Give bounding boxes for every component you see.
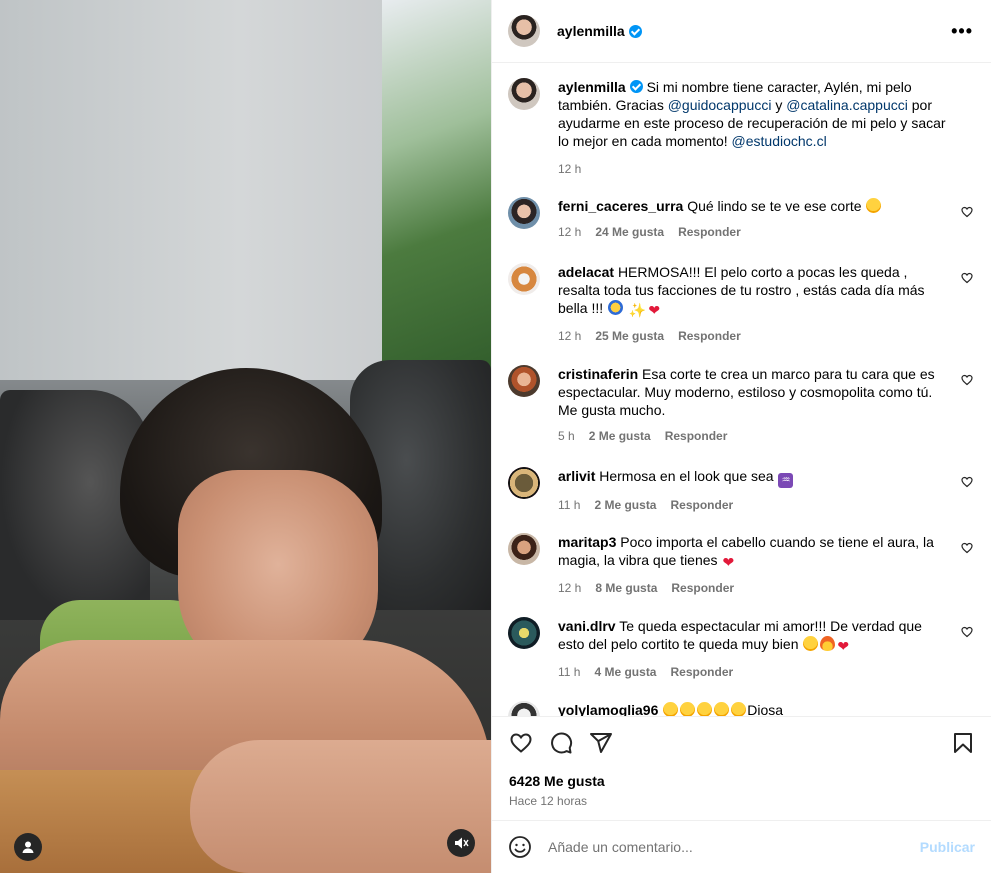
post-actions: 6428 Me gusta Hace 12 horas <box>492 716 991 820</box>
post-header: aylenmilla ••• <box>492 0 991 63</box>
star-eyes-emoji <box>866 198 882 213</box>
user-tag-icon[interactable] <box>14 833 42 861</box>
mute-icon[interactable] <box>447 829 475 857</box>
reply-button[interactable]: Responder <box>678 223 741 241</box>
fire-emoji <box>820 636 836 651</box>
likes-count[interactable]: 6428 Me gusta <box>509 773 605 789</box>
avatar[interactable] <box>508 617 540 649</box>
comment-text: Hermosa en el look que sea <box>599 468 774 484</box>
heart-icon[interactable] <box>961 542 973 554</box>
comment-item: yolylamoglia96 Diosa <box>508 701 975 716</box>
avatar[interactable] <box>508 15 540 47</box>
comment-likes[interactable]: 24 Me gusta <box>595 223 664 241</box>
reply-button[interactable]: Responder <box>671 579 734 597</box>
verified-icon <box>629 80 643 93</box>
post-photo[interactable] <box>0 0 491 873</box>
star-eyes-emoji <box>663 702 679 716</box>
comment-username[interactable]: cristinaferin <box>558 366 638 382</box>
comment-time: 11 h <box>558 498 581 512</box>
caption-text: y <box>771 97 787 113</box>
mention-link[interactable]: @guidocappucci <box>668 97 772 113</box>
verified-icon <box>628 24 642 38</box>
star-eyes-emoji <box>803 636 819 651</box>
comment-username[interactable]: arlivit <box>558 468 595 484</box>
reply-button[interactable]: Responder <box>670 496 733 514</box>
caption-time: 12 h <box>558 162 582 176</box>
caption-username[interactable]: aylenmilla <box>558 79 626 95</box>
comment-time: 12 h <box>558 225 582 239</box>
heart-icon[interactable] <box>961 374 973 386</box>
comment-username[interactable]: adelacat <box>558 264 614 280</box>
comment-username[interactable]: maritap3 <box>558 534 616 550</box>
reply-button[interactable]: Responder <box>678 327 741 345</box>
heart-icon[interactable] <box>961 476 973 488</box>
comment-text: Diosa <box>747 702 784 716</box>
comment-likes[interactable]: 25 Me gusta <box>595 327 664 345</box>
comment-time: 11 h <box>558 665 581 679</box>
heart-icon[interactable] <box>961 626 973 638</box>
avatar[interactable] <box>508 263 540 295</box>
caption: aylenmilla Si mi nombre tiene caracter, … <box>508 78 975 178</box>
heart-icon[interactable] <box>961 206 973 218</box>
comment-time: 12 h <box>558 581 582 595</box>
avatar[interactable] <box>508 197 540 229</box>
star-eyes-emoji <box>680 702 696 716</box>
save-icon[interactable] <box>951 731 975 755</box>
comment-likes[interactable]: 2 Me gusta <box>589 427 651 445</box>
reply-button[interactable]: Responder <box>665 427 728 445</box>
comment-text: Qué lindo se te ve ese corte <box>687 198 862 214</box>
heart-icon[interactable] <box>961 272 973 284</box>
add-comment-bar: Publicar <box>492 820 991 873</box>
comment-item: vani.dlrv Te queda espectacular mi amor!… <box>508 617 975 681</box>
mention-link[interactable]: @estudiochc.cl <box>732 133 827 149</box>
post-time[interactable]: Hace 12 horas <box>509 794 587 808</box>
heart-icon[interactable] <box>509 731 533 755</box>
comment-time: 12 h <box>558 329 582 343</box>
comment-likes[interactable]: 2 Me gusta <box>594 496 656 514</box>
comment-time: 5 h <box>558 429 575 443</box>
comment-username[interactable]: vani.dlrv <box>558 618 616 634</box>
avatar[interactable] <box>508 701 540 716</box>
comment-icon[interactable] <box>549 731 573 755</box>
mention-link[interactable]: @catalina.cappucci <box>786 97 908 113</box>
comment-item: arlivit Hermosa en el look que sea ♒ 11 … <box>508 467 975 514</box>
emoji-icon[interactable] <box>508 835 532 859</box>
aquarius-emoji: ♒ <box>778 473 794 488</box>
avatar[interactable] <box>508 78 540 110</box>
share-icon[interactable] <box>589 731 613 755</box>
comment-item: adelacat HERMOSA!!! El pelo corto a poca… <box>508 263 975 345</box>
comment-item: cristinaferin Esa corte te crea un marco… <box>508 365 975 445</box>
avatar[interactable] <box>508 533 540 565</box>
star-eyes-emoji <box>714 702 730 716</box>
sparkles-emoji: ✨ <box>628 302 647 318</box>
heart-emoji: ❤ <box>837 638 850 654</box>
post-panel: aylenmilla ••• aylenmilla Si mi nombre t… <box>491 0 991 873</box>
comment-input[interactable] <box>548 839 910 855</box>
star-eyes-emoji <box>731 702 747 716</box>
avatar[interactable] <box>508 365 540 397</box>
comment-likes[interactable]: 4 Me gusta <box>594 663 656 681</box>
star-eyes-emoji <box>697 702 713 716</box>
reply-button[interactable]: Responder <box>670 663 733 681</box>
comment-item: ferni_caceres_urra Qué lindo se te ve es… <box>508 197 975 241</box>
comment-username[interactable]: yolylamoglia96 <box>558 702 658 716</box>
avatar[interactable] <box>508 467 540 499</box>
comment-username[interactable]: ferni_caceres_urra <box>558 198 683 214</box>
heart-emoji: ❤ <box>648 302 661 318</box>
comments-list[interactable]: aylenmilla Si mi nombre tiene caracter, … <box>492 64 991 716</box>
author-username[interactable]: aylenmilla <box>557 23 625 39</box>
heart-emoji: ❤ <box>722 554 735 570</box>
comment-likes[interactable]: 8 Me gusta <box>595 579 657 597</box>
more-icon[interactable]: ••• <box>951 22 973 40</box>
publish-button[interactable]: Publicar <box>920 839 975 855</box>
sunglasses-emoji <box>608 300 624 315</box>
comment-item: maritap3 Poco importa el cabello cuando … <box>508 533 975 597</box>
